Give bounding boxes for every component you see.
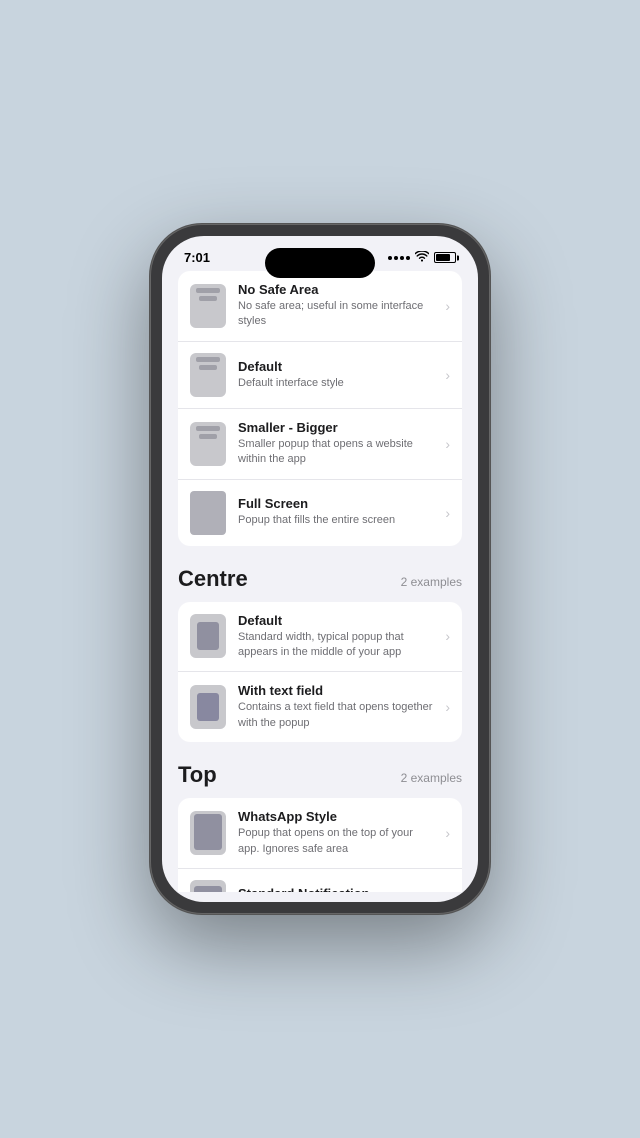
- item-text-group: WhatsApp Style Popup that opens on the t…: [238, 809, 437, 857]
- list-item[interactable]: Default Default interface style ›: [178, 342, 462, 409]
- list-item[interactable]: Default Standard width, typical popup th…: [178, 602, 462, 673]
- list-item[interactable]: Standard Notification Standard notificat…: [178, 869, 462, 892]
- centre-section-title: Centre: [178, 566, 248, 592]
- status-icons: [388, 251, 456, 265]
- item-title: No Safe Area: [238, 282, 437, 297]
- centre-section-count: 2 examples: [401, 575, 462, 589]
- item-thumbnail: [190, 614, 226, 658]
- item-thumbnail: [190, 811, 226, 855]
- item-title: With text field: [238, 683, 437, 698]
- item-title: Standard Notification: [238, 886, 437, 892]
- item-text-group: Full Screen Popup that fills the entire …: [238, 496, 437, 528]
- item-desc: Standard width, typical popup that appea…: [238, 630, 437, 661]
- chevron-right-icon: ›: [445, 436, 450, 452]
- item-title: Full Screen: [238, 496, 437, 511]
- item-text-group: Smaller - Bigger Smaller popup that open…: [238, 420, 437, 468]
- item-desc: Smaller popup that opens a website withi…: [238, 437, 437, 468]
- item-title: WhatsApp Style: [238, 809, 437, 824]
- item-text-group: Default Default interface style: [238, 359, 437, 391]
- status-time: 7:01: [184, 250, 210, 265]
- item-desc: Contains a text field that opens togethe…: [238, 700, 437, 731]
- list-item[interactable]: Smaller - Bigger Smaller popup that open…: [178, 409, 462, 480]
- signal-icon: [388, 256, 410, 260]
- top-items-card: No Safe Area No safe area; useful in som…: [178, 271, 462, 546]
- item-text-group: Default Standard width, typical popup th…: [238, 613, 437, 661]
- battery-icon: [434, 252, 456, 263]
- chevron-right-icon: ›: [445, 825, 450, 841]
- item-thumbnail: [190, 685, 226, 729]
- item-desc: Popup that opens on the top of your app.…: [238, 826, 437, 857]
- item-desc: Default interface style: [238, 376, 437, 391]
- item-thumbnail: [190, 353, 226, 397]
- item-desc: Popup that fills the entire screen: [238, 513, 437, 528]
- top-section-title: Top: [178, 762, 217, 788]
- chevron-right-icon: ›: [445, 699, 450, 715]
- top-section-items-card: WhatsApp Style Popup that opens on the t…: [178, 798, 462, 892]
- item-text-group: Standard Notification Standard notificat…: [238, 886, 437, 892]
- list-item[interactable]: Full Screen Popup that fills the entire …: [178, 480, 462, 546]
- item-text-group: With text field Contains a text field th…: [238, 683, 437, 731]
- phone-screen: 7:01: [162, 236, 478, 902]
- item-thumbnail: [190, 491, 226, 535]
- chevron-right-icon: ›: [445, 628, 450, 644]
- phone-frame: 7:01: [150, 224, 490, 914]
- chevron-right-icon: ›: [445, 505, 450, 521]
- item-title: Smaller - Bigger: [238, 420, 437, 435]
- scroll-content[interactable]: No Safe Area No safe area; useful in som…: [162, 271, 478, 892]
- list-item[interactable]: With text field Contains a text field th…: [178, 672, 462, 742]
- centre-items-card: Default Standard width, typical popup th…: [178, 602, 462, 743]
- chevron-right-icon: ›: [445, 298, 450, 314]
- list-item[interactable]: WhatsApp Style Popup that opens on the t…: [178, 798, 462, 869]
- dynamic-island: [265, 248, 375, 278]
- top-section-header: Top 2 examples: [178, 762, 462, 788]
- list-item[interactable]: No Safe Area No safe area; useful in som…: [178, 271, 462, 342]
- chevron-right-icon: ›: [445, 367, 450, 383]
- item-text-group: No Safe Area No safe area; useful in som…: [238, 282, 437, 330]
- top-section-count: 2 examples: [401, 771, 462, 785]
- item-title: Default: [238, 359, 437, 374]
- item-thumbnail: [190, 880, 226, 892]
- wifi-icon: [415, 251, 429, 265]
- item-desc: No safe area; useful in some interface s…: [238, 299, 437, 330]
- item-title: Default: [238, 613, 437, 628]
- item-thumbnail: [190, 284, 226, 328]
- centre-section-header: Centre 2 examples: [178, 566, 462, 592]
- item-thumbnail: [190, 422, 226, 466]
